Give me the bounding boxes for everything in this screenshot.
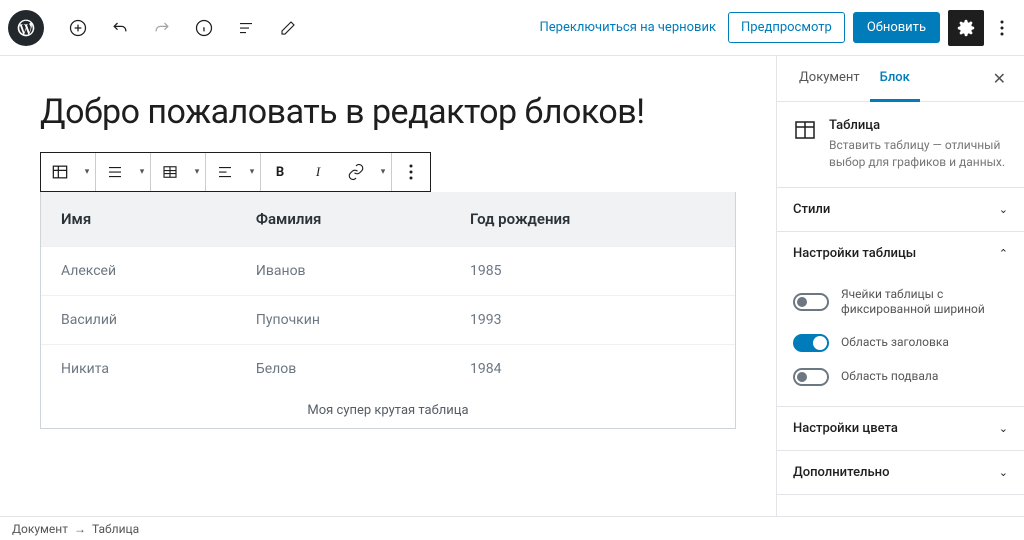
chevron-down-icon: ⌄ xyxy=(999,422,1008,435)
text-align-button[interactable] xyxy=(206,153,244,191)
table-icon xyxy=(793,118,817,142)
table-cell[interactable]: Иванов xyxy=(236,247,450,296)
toggle-label: Область подвала xyxy=(841,369,938,385)
table-cell[interactable]: Василий xyxy=(41,296,236,345)
sidebar-scrollbar[interactable] xyxy=(776,106,777,166)
edit-mode-button[interactable] xyxy=(270,10,306,46)
info-button[interactable] xyxy=(186,10,222,46)
preview-button[interactable]: Предпросмотр xyxy=(728,12,845,43)
block-more-button[interactable] xyxy=(392,153,430,191)
redo-button[interactable] xyxy=(144,10,180,46)
toggle-header-section[interactable] xyxy=(793,334,829,352)
editor-canvas: Добро пожаловать в редактор блоков! ▾ ▾ … xyxy=(0,56,776,516)
table-row[interactable]: АлексейИванов1985 xyxy=(41,247,735,296)
section-label: Дополнительно xyxy=(793,465,889,480)
table-edit-dropdown[interactable]: ▾ xyxy=(189,167,205,177)
chevron-down-icon: ⌄ xyxy=(999,466,1008,479)
link-button[interactable] xyxy=(337,153,375,191)
block-description: Вставить таблицу — отличный выбор для гр… xyxy=(829,137,1008,171)
text-align-dropdown[interactable]: ▾ xyxy=(244,167,260,177)
table-cell[interactable]: Белов xyxy=(236,345,450,394)
chevron-up-icon: ⌃ xyxy=(999,247,1008,260)
align-button[interactable] xyxy=(96,153,134,191)
close-sidebar-button[interactable]: ✕ xyxy=(987,63,1012,94)
more-menu-button[interactable] xyxy=(988,10,1016,46)
breadcrumb-separator: → xyxy=(74,522,86,536)
switch-to-draft-link[interactable]: Переключиться на черновик xyxy=(540,20,717,35)
table-header-cell[interactable]: Фамилия xyxy=(236,192,450,247)
toggle-label: Ячейки таблицы с фиксированной шириной xyxy=(841,287,1008,318)
table-cell[interactable]: 1993 xyxy=(450,296,735,345)
table-header-cell[interactable]: Имя xyxy=(41,192,236,247)
breadcrumb: Документ → Таблица xyxy=(0,516,1024,540)
table-header-cell[interactable]: Год рождения xyxy=(450,192,735,247)
section-label: Стили xyxy=(793,202,830,217)
toggle-footer-section[interactable] xyxy=(793,368,829,386)
table-row[interactable]: ВасилийПупочкин1993 xyxy=(41,296,735,345)
block-title: Таблица xyxy=(829,118,1008,133)
section-label: Настройки цвета xyxy=(793,421,898,436)
section-table-settings[interactable]: Настройки таблицы ⌃ xyxy=(777,232,1024,275)
table-header-row[interactable]: Имя Фамилия Год рождения xyxy=(41,192,735,247)
italic-button[interactable]: I xyxy=(299,153,337,191)
section-styles[interactable]: Стили ⌄ xyxy=(777,188,1024,231)
breadcrumb-root[interactable]: Документ xyxy=(12,522,68,536)
toggle-label: Область заголовка xyxy=(841,335,949,351)
tab-document[interactable]: Документ xyxy=(789,56,870,102)
outline-button[interactable] xyxy=(228,10,264,46)
align-dropdown[interactable]: ▾ xyxy=(134,167,150,177)
table-block[interactable]: Имя Фамилия Год рождения АлексейИванов19… xyxy=(40,192,736,429)
table-cell[interactable]: Пупочкин xyxy=(236,296,450,345)
block-toolbar: ▾ ▾ ▾ ▾ B I ▾ xyxy=(40,152,431,192)
wordpress-logo[interactable] xyxy=(8,10,44,46)
table-cell[interactable]: 1984 xyxy=(450,345,735,394)
section-color-settings[interactable]: Настройки цвета ⌄ xyxy=(777,407,1024,450)
section-advanced[interactable]: Дополнительно ⌄ xyxy=(777,451,1024,494)
bold-button[interactable]: B xyxy=(261,153,299,191)
section-label: Настройки таблицы xyxy=(793,246,916,261)
post-title[interactable]: Добро пожаловать в редактор блоков! xyxy=(40,92,736,132)
table-edit-button[interactable] xyxy=(151,153,189,191)
table-caption[interactable]: Моя супер крутая таблица xyxy=(41,393,735,428)
add-block-button[interactable] xyxy=(60,10,96,46)
table-cell[interactable]: Алексей xyxy=(41,247,236,296)
block-type-button[interactable] xyxy=(41,153,79,191)
settings-toggle-button[interactable] xyxy=(948,10,984,46)
more-format-dropdown[interactable]: ▾ xyxy=(375,167,391,177)
block-info-panel: Таблица Вставить таблицу — отличный выбо… xyxy=(777,102,1024,188)
top-toolbar: Переключиться на черновик Предпросмотр О… xyxy=(0,0,1024,56)
chevron-down-icon: ⌄ xyxy=(999,203,1008,216)
tab-block[interactable]: Блок xyxy=(870,56,920,102)
table-cell[interactable]: Никита xyxy=(41,345,236,394)
table-row[interactable]: НикитаБелов1984 xyxy=(41,345,735,394)
toggle-fixed-width[interactable] xyxy=(793,293,829,311)
table-cell[interactable]: 1985 xyxy=(450,247,735,296)
breadcrumb-current[interactable]: Таблица xyxy=(92,522,139,536)
settings-sidebar: Документ Блок ✕ Таблица Вставить таблицу… xyxy=(776,56,1024,516)
update-button[interactable]: Обновить xyxy=(853,12,940,43)
block-type-dropdown[interactable]: ▾ xyxy=(79,167,95,177)
undo-button[interactable] xyxy=(102,10,138,46)
